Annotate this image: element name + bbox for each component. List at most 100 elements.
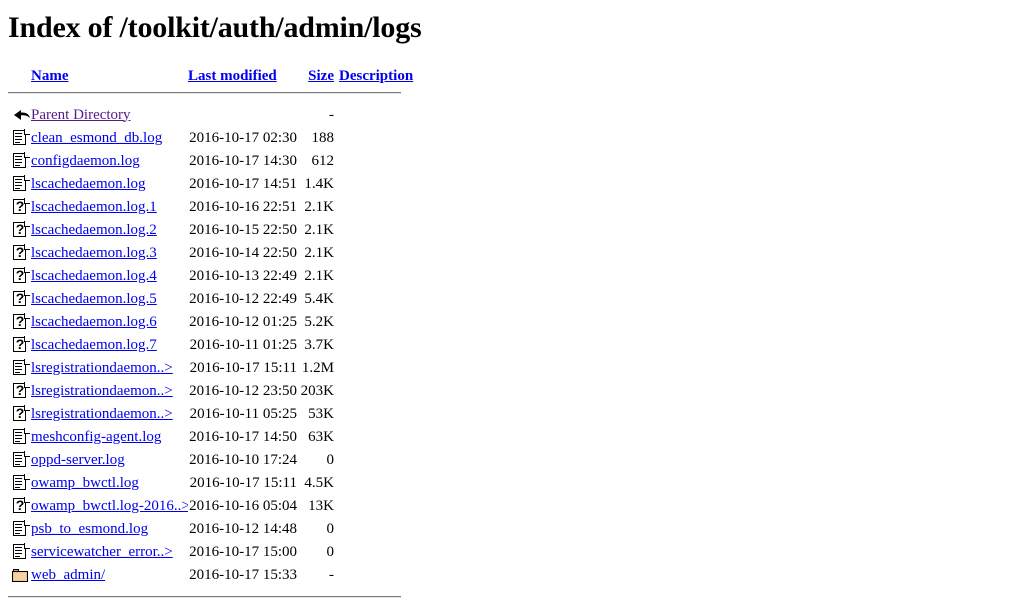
- size-cell: 612: [311, 152, 335, 169]
- file-name-cell: lscachedaemon.log.7: [31, 337, 188, 354]
- file-link[interactable]: lsregistrationdaemon..>: [31, 360, 173, 376]
- table-row[interactable]: ? lscachedaemon.log.3 2016-10-14 22:50 2.1K: [8, 242, 401, 265]
- file-link[interactable]: lsregistrationdaemon..>: [31, 406, 173, 422]
- table-row[interactable]: ? lsregistrationdaemon..> 2016-10-12 23:50…: [8, 380, 401, 403]
- page-title: Index of /toolkit/auth/admin/logs: [8, 11, 422, 44]
- table-row[interactable]: ? lscachedaemon.log.7 2016-10-11 01:25 3.7K: [8, 334, 401, 357]
- file-link[interactable]: lsregistrationdaemon..>: [31, 383, 173, 399]
- file-link[interactable]: Parent Directory: [31, 107, 131, 123]
- file-name-cell: lscachedaemon.log: [31, 176, 188, 193]
- table-row[interactable]: lsregistrationdaemon..> 2016-10-17 15:11 1…: [8, 357, 401, 380]
- size-cell: 2.1K: [304, 244, 334, 261]
- table-row[interactable]: ? lscachedaemon.log.4 2016-10-13 22:49 2.1K: [8, 265, 401, 288]
- last-modified-cell: 2016-10-16 22:51: [189, 198, 297, 215]
- last-modified-cell: 2016-10-14 22:50: [189, 244, 297, 261]
- unknown-file-icon: ?: [12, 497, 30, 515]
- listing-header-row: Name Last modified Size Description: [8, 68, 413, 88]
- table-row[interactable]: ? lscachedaemon.log.2 2016-10-15 22:50 2.1K: [8, 219, 401, 242]
- size-cell: 5.2K: [304, 313, 334, 330]
- file-link[interactable]: oppd-server.log: [31, 452, 125, 468]
- unknown-file-icon: ?: [12, 244, 30, 262]
- text-file-icon: [12, 451, 30, 469]
- last-modified-cell: 2016-10-12 01:25: [189, 313, 297, 330]
- file-link[interactable]: lscachedaemon.log.1: [31, 199, 157, 215]
- table-row[interactable]: lscachedaemon.log 2016-10-17 14:51 1.4K: [8, 173, 401, 196]
- file-name-cell: meshconfig-agent.log: [31, 429, 188, 446]
- last-modified-cell: 2016-10-10 17:24: [189, 451, 297, 468]
- text-file-icon: [12, 175, 30, 193]
- file-link[interactable]: configdaemon.log: [31, 153, 140, 169]
- unknown-file-icon: ?: [12, 290, 30, 308]
- size-cell: 0: [326, 520, 335, 537]
- size-cell: 2.1K: [304, 267, 334, 284]
- unknown-file-icon: ?: [12, 313, 30, 331]
- size-cell: 63K: [308, 428, 334, 445]
- last-modified-cell: 2016-10-12 23:50: [189, 382, 297, 399]
- size-cell: 4.5K: [304, 474, 334, 491]
- size-cell: 2.1K: [304, 198, 334, 215]
- file-link[interactable]: lscachedaemon.log.4: [31, 268, 157, 284]
- last-modified-cell: 2016-10-13 22:49: [189, 267, 297, 284]
- unknown-file-icon: ?: [12, 267, 30, 285]
- file-link[interactable]: meshconfig-agent.log: [31, 429, 161, 445]
- file-name-cell: lscachedaemon.log.6: [31, 314, 188, 331]
- table-row[interactable]: ? lscachedaemon.log.5 2016-10-12 22:49 5.4K: [8, 288, 401, 311]
- sort-by-description-link[interactable]: Description: [334, 68, 413, 85]
- table-row[interactable]: oppd-server.log 2016-10-10 17:24 0: [8, 449, 401, 472]
- sort-by-last-modified-link[interactable]: Last modified: [188, 68, 297, 85]
- file-link[interactable]: lscachedaemon.log: [31, 176, 146, 192]
- row-icon-cell: [8, 175, 31, 193]
- row-icon-cell: ?: [8, 198, 31, 216]
- footer-divider: [8, 595, 401, 598]
- row-icon-cell: [8, 566, 31, 584]
- last-modified-cell: 2016-10-12 22:49: [189, 290, 297, 307]
- table-row[interactable]: configdaemon.log 2016-10-17 14:30 612: [8, 150, 401, 173]
- table-row[interactable]: servicewatcher_error..> 2016-10-17 15:00 0: [8, 541, 401, 564]
- file-link[interactable]: lscachedaemon.log.3: [31, 245, 157, 261]
- file-link[interactable]: owamp_bwctl.log: [31, 475, 139, 491]
- back-icon: [12, 106, 32, 124]
- file-link[interactable]: lscachedaemon.log.2: [31, 222, 157, 238]
- row-icon-cell: [8, 428, 31, 446]
- unknown-file-icon: ?: [12, 336, 30, 354]
- table-row[interactable]: ? owamp_bwctl.log-2016..> 2016-10-16 05:04…: [8, 495, 401, 518]
- sort-by-name-link[interactable]: Name: [31, 68, 188, 85]
- table-row[interactable]: owamp_bwctl.log 2016-10-17 15:11 4.5K: [8, 472, 401, 495]
- file-link[interactable]: lscachedaemon.log.6: [31, 314, 157, 330]
- table-row[interactable]: ? lsregistrationdaemon..> 2016-10-11 05:25…: [8, 403, 401, 426]
- size-cell: 2.1K: [304, 221, 334, 238]
- row-icon-cell: ?: [8, 313, 31, 331]
- file-link[interactable]: lscachedaemon.log.5: [31, 291, 157, 307]
- size-cell: 0: [326, 451, 335, 468]
- table-row[interactable]: ? lscachedaemon.log.1 2016-10-16 22:51 2.1K: [8, 196, 401, 219]
- table-row[interactable]: psb_to_esmond.log 2016-10-12 14:48 0: [8, 518, 401, 541]
- file-name-cell: servicewatcher_error..>: [31, 544, 188, 561]
- last-modified-cell: 2016-10-17 14:30: [189, 152, 297, 169]
- file-link[interactable]: servicewatcher_error..>: [31, 544, 173, 560]
- last-modified-cell: 2016-10-17 15:00: [189, 543, 297, 560]
- row-icon-cell: [8, 129, 31, 147]
- last-modified-cell: 2016-10-12 14:48: [189, 520, 297, 537]
- table-row[interactable]: meshconfig-agent.log 2016-10-17 14:50 63K: [8, 426, 401, 449]
- unknown-file-icon: ?: [12, 382, 30, 400]
- file-link[interactable]: web_admin/: [31, 567, 105, 583]
- row-icon-cell: ?: [8, 336, 31, 354]
- row-icon-cell: [8, 520, 31, 538]
- file-link[interactable]: clean_esmond_db.log: [31, 130, 162, 146]
- last-modified-cell: 2016-10-17 02:30: [189, 129, 297, 146]
- table-row[interactable]: web_admin/2016-10-17 15:33 -: [8, 564, 401, 587]
- file-name-cell: lsregistrationdaemon..>: [31, 406, 188, 423]
- table-row[interactable]: Parent Directory -: [8, 104, 401, 127]
- directory-index-page: Index of /toolkit/auth/admin/logs Name L…: [0, 0, 1030, 606]
- table-row[interactable]: clean_esmond_db.log 2016-10-17 02:30 188: [8, 127, 401, 150]
- size-cell: 0: [326, 543, 335, 560]
- table-row[interactable]: ? lscachedaemon.log.6 2016-10-12 01:25 5.2K: [8, 311, 401, 334]
- file-link[interactable]: psb_to_esmond.log: [31, 521, 148, 537]
- file-name-cell: psb_to_esmond.log: [31, 521, 188, 538]
- sort-by-size-link[interactable]: Size: [297, 68, 334, 85]
- file-link[interactable]: lscachedaemon.log.7: [31, 337, 157, 353]
- unknown-file-icon: ?: [12, 405, 30, 423]
- file-link[interactable]: owamp_bwctl.log-2016..>: [31, 498, 188, 514]
- file-name-cell: oppd-server.log: [31, 452, 188, 469]
- last-modified-cell: 2016-10-17 14:51: [189, 175, 297, 192]
